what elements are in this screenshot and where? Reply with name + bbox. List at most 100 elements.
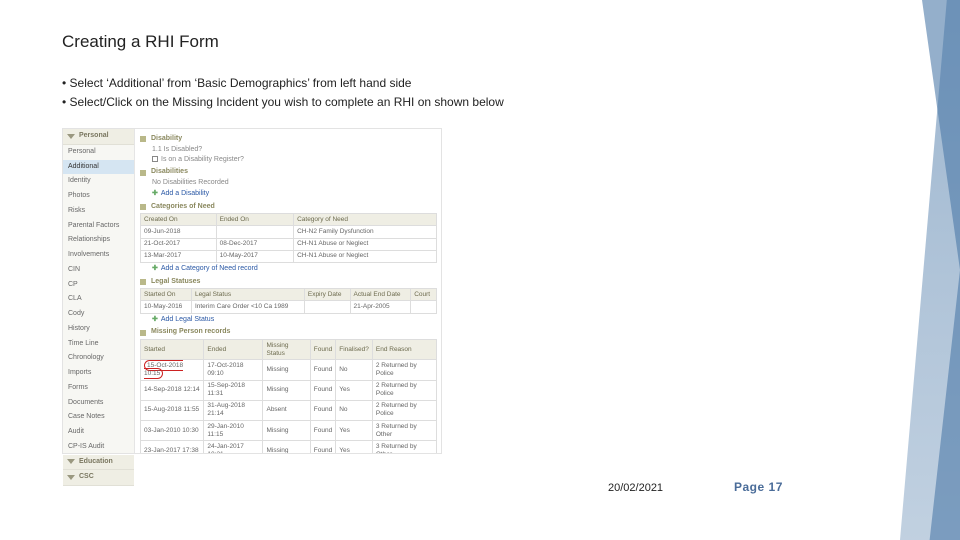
- table-cell: No: [336, 400, 373, 420]
- table-cell: 09-Jun-2018: [141, 226, 217, 238]
- table-cell: CH-N2 Family Dysfunction: [294, 226, 437, 238]
- table-cell: Absent: [263, 400, 310, 420]
- add-link[interactable]: ✚Add a Disability: [152, 190, 437, 199]
- square-icon: [140, 136, 146, 142]
- sidebar-item[interactable]: History: [63, 322, 134, 337]
- section-title-text: Disability: [151, 135, 182, 144]
- sidebar-group-label: CSC: [79, 473, 94, 482]
- table-cell: 3 Returned by Other: [372, 421, 436, 441]
- table-cell: Found: [310, 421, 335, 441]
- table-cell: 13-Mar-2017: [141, 250, 217, 262]
- table-cell: Missing: [263, 421, 310, 441]
- sidebar-item[interactable]: Additional: [63, 160, 134, 175]
- table-cell: 10-May-2016: [141, 301, 192, 313]
- sidebar-item[interactable]: Forms: [63, 381, 134, 396]
- sidebar-item[interactable]: Documents: [63, 396, 134, 411]
- table-cell: [411, 301, 437, 313]
- highlighted-cell: 15-Oct-2018 10:15: [144, 360, 183, 379]
- sidebar-item[interactable]: Time Line: [63, 337, 134, 352]
- sidebar-item[interactable]: Chronology: [63, 351, 134, 366]
- table-row[interactable]: 13-Mar-201710-May-2017CH-N1 Abuse or Neg…: [141, 250, 437, 262]
- table-cell: 08-Dec-2017: [216, 238, 293, 250]
- table-row[interactable]: 10-May-2016Interim Care Order <10 Ca 198…: [141, 301, 437, 313]
- table-header-cell: Missing Status: [263, 340, 310, 360]
- table-cell: Missing: [263, 380, 310, 400]
- table-row[interactable]: 14-Sep-2018 12:1415-Sep-2018 11:31Missin…: [141, 380, 437, 400]
- sidebar-item[interactable]: Photos: [63, 189, 134, 204]
- section-header: Disabilities: [140, 168, 437, 177]
- table-cell: 24-Jan-2017 10:31: [204, 441, 263, 453]
- sidebar-item[interactable]: Cody: [63, 307, 134, 322]
- table-cell: 17-Oct-2018 09:10: [204, 360, 263, 380]
- table-cell: CH-N1 Abuse or Neglect: [294, 238, 437, 250]
- table-cell: 2 Returned by Police: [372, 380, 436, 400]
- square-icon: [140, 330, 146, 336]
- app-screenshot: PersonalPersonalAdditionalIdentityPhotos…: [62, 128, 442, 454]
- section-title-text: Missing Person records: [151, 328, 230, 337]
- empty-state-text: No Disabilities Recorded: [152, 179, 437, 188]
- triangle-icon: [67, 475, 75, 480]
- table-cell: 15-Aug-2018 11:55: [141, 400, 204, 420]
- sidebar-group-header[interactable]: Personal: [63, 129, 134, 145]
- sidebar-item[interactable]: CP: [63, 278, 134, 293]
- sidebar-item[interactable]: CLA: [63, 292, 134, 307]
- table-header-cell: Expiry Date: [304, 289, 350, 301]
- sidebar-item[interactable]: Relationships: [63, 233, 134, 248]
- sidebar-item[interactable]: Identity: [63, 174, 134, 189]
- square-icon: [140, 204, 146, 210]
- sidebar-item[interactable]: Audit: [63, 425, 134, 440]
- table-cell: Found: [310, 441, 335, 453]
- disability-question: 1.1 Is Disabled?: [152, 146, 437, 155]
- table-cell: [304, 301, 350, 313]
- add-link[interactable]: ✚Add a Category of Need record: [152, 265, 437, 274]
- table-row[interactable]: 21-Oct-201708-Dec-2017CH-N1 Abuse or Neg…: [141, 238, 437, 250]
- add-link-label: Add a Category of Need record: [161, 265, 258, 274]
- sidebar-item[interactable]: Risks: [63, 204, 134, 219]
- table-header-cell: Found: [310, 340, 335, 360]
- data-table: Started OnLegal StatusExpiry DateActual …: [140, 288, 437, 313]
- table-cell: Found: [310, 400, 335, 420]
- table-cell: 2 Returned by Police: [372, 400, 436, 420]
- add-link[interactable]: ✚Add Legal Status: [152, 316, 437, 325]
- sidebar-group-label: Personal: [79, 132, 109, 141]
- table-cell: 23-Jan-2017 17:38: [141, 441, 204, 453]
- table-row[interactable]: 09-Jun-2018 CH-N2 Family Dysfunction: [141, 226, 437, 238]
- sidebar-item[interactable]: Parental Factors: [63, 219, 134, 234]
- table-cell: Missing: [263, 360, 310, 380]
- sidebar-group-header[interactable]: CSC: [63, 470, 134, 486]
- sidebar-item[interactable]: CP-IS Audit: [63, 440, 134, 455]
- sidebar-group-header[interactable]: Education: [63, 455, 134, 471]
- sidebar-item[interactable]: Personal: [63, 145, 134, 160]
- table-cell: CH-N1 Abuse or Neglect: [294, 250, 437, 262]
- section-title-text: Categories of Need: [151, 203, 215, 212]
- table-cell: 3 Returned by Other: [372, 441, 436, 453]
- main-panel: Disability 1.1 Is Disabled?Is on a Disabi…: [135, 129, 441, 453]
- data-table: StartedEndedMissing StatusFoundFinalised…: [140, 339, 437, 453]
- table-cell: 31-Aug-2018 21:14: [204, 400, 263, 420]
- add-link-label: Add a Disability: [161, 190, 209, 199]
- table-header-cell: Finalised?: [336, 340, 373, 360]
- sidebar-item[interactable]: Involvements: [63, 248, 134, 263]
- table-cell: Yes: [336, 421, 373, 441]
- sidebar-item[interactable]: Imports: [63, 366, 134, 381]
- disability-question: Is on a Disability Register?: [152, 156, 437, 165]
- table-cell: 10-May-2017: [216, 250, 293, 262]
- table-cell: 21-Oct-2017: [141, 238, 217, 250]
- plus-icon: ✚: [152, 316, 158, 325]
- table-row[interactable]: 23-Jan-2017 17:3824-Jan-2017 10:31Missin…: [141, 441, 437, 453]
- table-row[interactable]: 15-Oct-2018 10:15 17-Oct-2018 09:10Missin…: [141, 360, 437, 380]
- checkbox-icon[interactable]: [152, 156, 158, 162]
- sidebar-item[interactable]: Case Notes: [63, 410, 134, 425]
- table-row[interactable]: 03-Jan-2010 10:3029-Jan-2010 11:15Missin…: [141, 421, 437, 441]
- section-header: Categories of Need: [140, 203, 437, 212]
- sidebar-item[interactable]: CIN: [63, 263, 134, 278]
- square-icon: [140, 279, 146, 285]
- table-header-cell: Started On: [141, 289, 192, 301]
- table-cell: 15-Sep-2018 11:31: [204, 380, 263, 400]
- page-title: Creating a RHI Form: [62, 32, 219, 52]
- table-cell: 29-Jan-2010 11:15: [204, 421, 263, 441]
- square-icon: [140, 170, 146, 176]
- table-header-cell: Actual End Date: [350, 289, 411, 301]
- table-row[interactable]: 15-Aug-2018 11:5531-Aug-2018 21:14Absent…: [141, 400, 437, 420]
- table-cell: [216, 226, 293, 238]
